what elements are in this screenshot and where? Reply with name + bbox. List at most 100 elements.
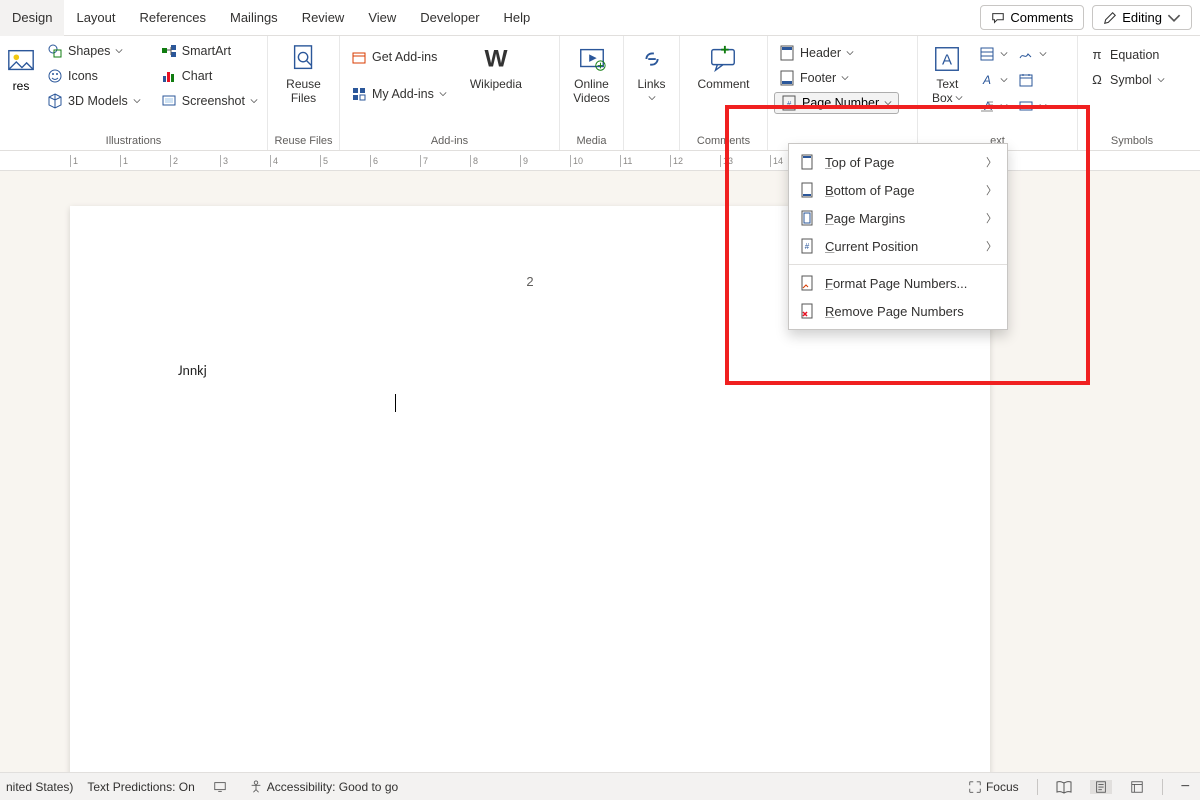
chevron-down-icon — [1039, 102, 1047, 110]
wikipedia-button[interactable]: W Wikipedia — [462, 40, 530, 95]
status-accessibility[interactable]: Accessibility: Good to go — [245, 780, 402, 794]
datetime-icon — [1018, 72, 1034, 88]
chevron-down-icon — [1000, 50, 1008, 58]
chevron-down-icon — [115, 47, 123, 55]
submenu-arrow-icon: 〉 — [986, 210, 997, 226]
group-header-footer: Header Footer # Page Number — [768, 36, 918, 150]
group-media: Online Videos Media — [560, 36, 624, 150]
group-links: Links — [624, 36, 680, 150]
menu-format-page-numbers[interactable]: Format Page Numbers... — [789, 269, 1007, 297]
pictures-label: res — [13, 79, 30, 93]
svg-text:Ω: Ω — [1092, 72, 1102, 87]
chevron-down-icon — [1157, 76, 1165, 84]
link-icon — [637, 44, 667, 74]
online-videos-button[interactable]: Online Videos — [565, 40, 617, 109]
ruler[interactable]: 11234567891011121314 — [0, 151, 1200, 171]
icons-icon — [47, 68, 63, 84]
menu-remove-page-numbers[interactable]: Remove Page Numbers — [789, 297, 1007, 325]
new-comment-button[interactable]: Comment — [689, 40, 757, 95]
comments-button[interactable]: Comments — [980, 5, 1084, 30]
wordart-button[interactable]: A — [977, 70, 1010, 90]
smartart-button[interactable]: SmartArt — [156, 40, 263, 62]
chevron-down-icon — [884, 99, 892, 107]
accessibility-icon — [249, 780, 263, 794]
menu-page-margins[interactable]: Page Margins 〉 — [789, 204, 1007, 232]
chevron-down-icon — [1000, 102, 1008, 110]
dropcap-icon: A — [979, 98, 995, 114]
svg-text:#: # — [805, 242, 810, 251]
screenshot-button[interactable]: Screenshot — [156, 90, 263, 112]
object-button[interactable] — [1016, 96, 1049, 116]
tab-design[interactable]: Design — [0, 0, 64, 36]
page-margins-icon — [799, 210, 815, 226]
view-web-layout[interactable] — [1126, 780, 1148, 794]
parts-icon — [979, 46, 995, 62]
speech-bubble-icon — [991, 11, 1005, 25]
my-addins-button[interactable]: My Add-ins — [346, 83, 452, 105]
web-layout-icon — [1130, 780, 1144, 794]
object-icon — [1018, 98, 1034, 114]
view-read-mode[interactable] — [1052, 780, 1076, 794]
chevron-down-icon — [133, 97, 141, 105]
menu-current-position[interactable]: # Current Position 〉 — [789, 232, 1007, 260]
page-number-menu: Top of Page 〉 Bottom of Page 〉 Page Marg… — [788, 143, 1008, 330]
header-button[interactable]: Header — [774, 42, 899, 64]
chevron-down-icon — [648, 94, 656, 102]
tab-references[interactable]: References — [128, 0, 218, 36]
menu-top-of-page[interactable]: Top of Page 〉 — [789, 148, 1007, 176]
header-icon — [779, 45, 795, 61]
editing-button[interactable]: Editing — [1092, 5, 1192, 30]
view-print-layout[interactable] — [1090, 780, 1112, 794]
datetime-button[interactable] — [1016, 70, 1036, 90]
format-numbers-icon — [799, 275, 815, 291]
status-language[interactable]: nited States) — [6, 780, 73, 794]
symbol-button[interactable]: Ω Symbol — [1084, 69, 1170, 91]
group-reuse-files: Reuse Files Reuse Files — [268, 36, 340, 150]
svg-text:W: W — [484, 46, 507, 73]
document-canvas: 2 Jnnkj — [0, 171, 1200, 772]
group-label-links — [630, 133, 673, 150]
footer-button[interactable]: Footer — [774, 67, 899, 89]
symbol-icon: Ω — [1089, 72, 1105, 88]
shapes-button[interactable]: Shapes — [42, 40, 146, 62]
submenu-arrow-icon: 〉 — [986, 182, 997, 198]
drop-cap-button[interactable]: A — [977, 96, 1010, 116]
menu-separator — [789, 264, 1007, 265]
document-text: Jnnkj — [178, 362, 207, 379]
tab-mailings[interactable]: Mailings — [218, 0, 290, 36]
icons-button[interactable]: Icons — [42, 65, 146, 87]
tab-view[interactable]: View — [356, 0, 408, 36]
text-cursor — [395, 394, 396, 412]
submenu-arrow-icon: 〉 — [986, 238, 997, 254]
tab-developer[interactable]: Developer — [408, 0, 491, 36]
status-predictions[interactable]: Text Predictions: On — [87, 780, 194, 794]
chevron-down-icon — [955, 94, 963, 102]
signature-button[interactable] — [1016, 44, 1049, 64]
svg-text:A: A — [942, 52, 952, 69]
reuse-files-icon — [289, 44, 319, 74]
chart-icon — [161, 68, 177, 84]
quick-parts-button[interactable] — [977, 44, 1010, 64]
status-display-settings[interactable] — [209, 780, 231, 794]
links-button[interactable]: Links — [629, 40, 675, 106]
menu-bottom-of-page[interactable]: Bottom of Page 〉 — [789, 176, 1007, 204]
group-label-symbols: Symbols — [1084, 133, 1180, 150]
get-addins-button[interactable]: Get Add-ins — [346, 46, 452, 68]
equation-button[interactable]: π Equation — [1084, 44, 1170, 66]
tab-review[interactable]: Review — [290, 0, 357, 36]
status-focus[interactable]: Focus — [964, 780, 1023, 794]
tab-layout[interactable]: Layout — [64, 0, 127, 36]
chevron-down-icon — [250, 97, 258, 105]
text-box-button[interactable]: A Text Box — [924, 40, 971, 109]
zoom-out[interactable]: − — [1177, 778, 1194, 796]
3d-models-button[interactable]: 3D Models — [42, 90, 146, 112]
tab-help[interactable]: Help — [492, 0, 543, 36]
group-addins: Get Add-ins My Add-ins W Wikipedia Add-i… — [340, 36, 560, 150]
page-number-button[interactable]: # Page Number — [774, 92, 899, 114]
chart-button[interactable]: Chart — [156, 65, 263, 87]
svg-text:A: A — [982, 73, 991, 87]
page-number-display: 2 — [526, 274, 533, 289]
reuse-files-button[interactable]: Reuse Files — [278, 40, 329, 109]
pencil-icon — [1103, 11, 1117, 25]
group-illustrations: res Shapes Icons 3D Models — [0, 36, 268, 150]
